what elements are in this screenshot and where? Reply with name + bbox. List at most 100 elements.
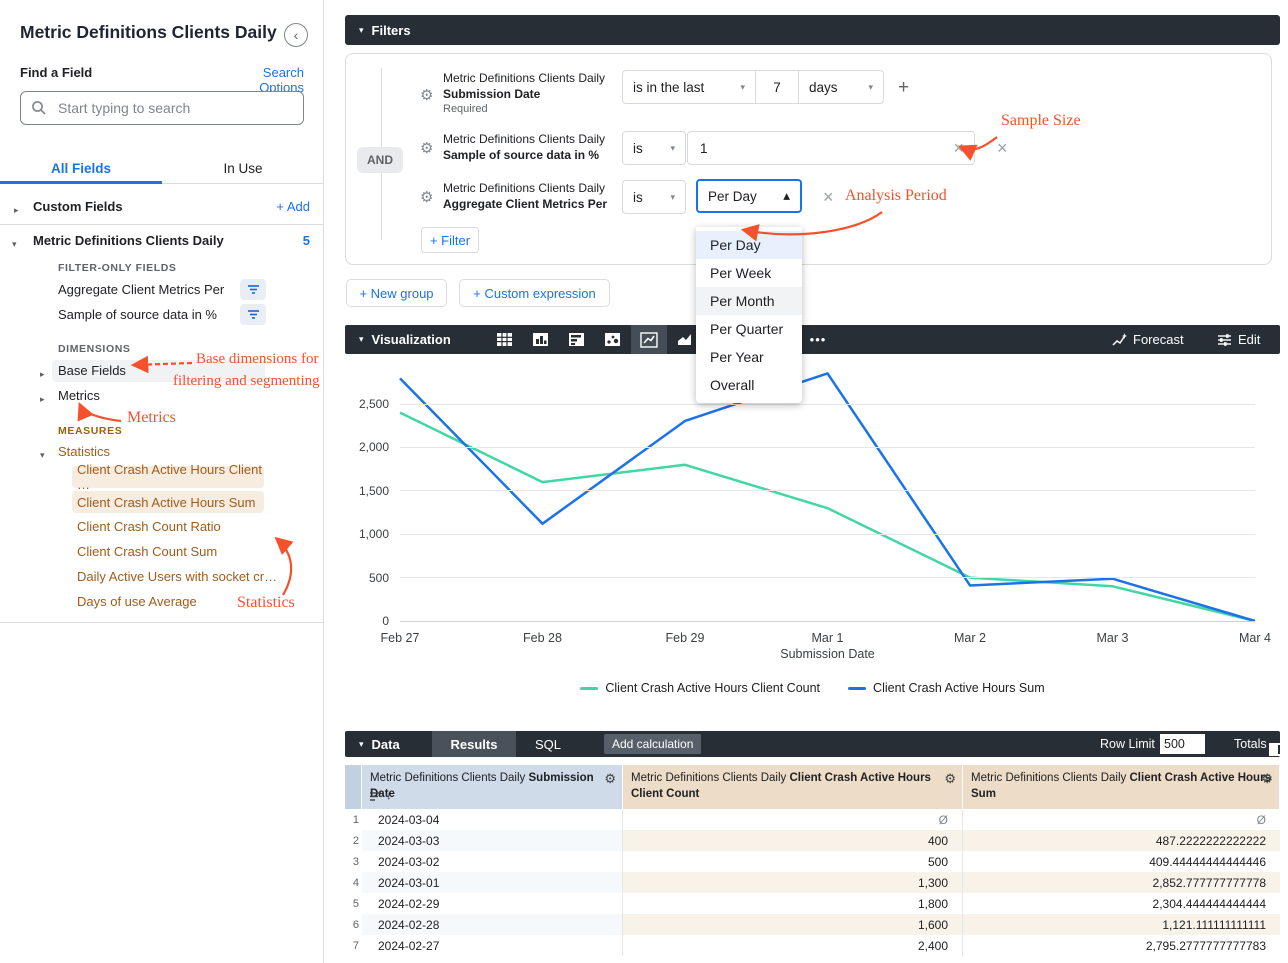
column-header-sum[interactable]: Metric Definitions Clients Daily Client … (963, 765, 1280, 809)
cell-count[interactable]: 1,600 (623, 914, 963, 935)
cell-date[interactable]: 2024-02-28 (362, 914, 623, 935)
field-search-box[interactable] (20, 91, 304, 125)
filter1-value-box[interactable] (755, 70, 799, 104)
measure-daily-active-users-socket[interactable]: Daily Active Users with socket cr… (77, 569, 277, 584)
filter-list-icon[interactable] (370, 792, 381, 801)
cell-count[interactable]: 1,800 (623, 893, 963, 914)
gear-icon[interactable]: ⚙ (420, 188, 433, 206)
measure-client-crash-count-ratio[interactable]: Client Crash Count Ratio (77, 519, 221, 534)
measure-client-crash-active-hours-client-count[interactable]: Client Crash Active Hours Client … (72, 466, 264, 488)
forecast-button[interactable]: Forecast (1112, 325, 1184, 354)
option-per-day[interactable]: Per Day (696, 231, 802, 259)
add-custom-field-button[interactable]: + Add (246, 199, 310, 214)
option-per-year[interactable]: Per Year (696, 343, 802, 371)
filter1-operator-select[interactable]: is in the last ▾ (622, 70, 756, 104)
data-section-bar[interactable]: ▾ Data Results SQL Add calculation Row L… (345, 731, 1280, 757)
option-per-quarter[interactable]: Per Quarter (696, 315, 802, 343)
gear-icon[interactable]: ⚙ (604, 771, 616, 787)
group-base-fields[interactable]: Base Fields (58, 363, 126, 378)
sort-descending-icon[interactable]: ↓ (386, 788, 392, 804)
cell-count[interactable]: 500 (623, 851, 963, 872)
cell-date[interactable]: 2024-03-03 (362, 830, 623, 851)
filter2-value-input[interactable] (698, 140, 953, 157)
measure-days-of-use-average[interactable]: Days of use Average (77, 594, 197, 609)
custom-expression-button[interactable]: + Custom expression (459, 279, 610, 307)
cell-count[interactable]: 2,400 (623, 935, 963, 956)
cell-sum[interactable]: 409.44444444444446 (963, 851, 1280, 872)
caret-right-icon[interactable]: ▸ (40, 364, 45, 382)
viz-type-table-button[interactable] (487, 325, 523, 354)
group-statistics[interactable]: Statistics (58, 444, 110, 459)
cell-count[interactable]: 1,300 (623, 872, 963, 893)
gear-icon[interactable]: ⚙ (420, 86, 433, 104)
filter1-unit-select[interactable]: days ▾ (798, 70, 884, 104)
add-filter-button[interactable]: + Filter (421, 227, 479, 253)
caret-down-icon[interactable]: ▾ (40, 445, 45, 463)
gear-icon[interactable]: ⚙ (944, 771, 956, 787)
cell-sum[interactable]: 2,795.2777777777783 (963, 935, 1280, 956)
viz-type-bar-button[interactable] (559, 325, 595, 354)
measure-client-crash-active-hours-sum[interactable]: Client Crash Active Hours Sum (72, 491, 264, 513)
field-aggregate-client-metrics-per[interactable]: Aggregate Client Metrics Per (58, 282, 224, 297)
caret-right-icon[interactable]: ▸ (14, 200, 19, 218)
tab-in-use[interactable]: In Use (162, 153, 324, 183)
cell-sum[interactable]: 1,121.111111111111 (963, 914, 1280, 935)
cell-count[interactable]: 400 (623, 830, 963, 851)
tab-sql[interactable]: SQL (524, 731, 572, 757)
option-per-week[interactable]: Per Week (696, 259, 802, 287)
cell-date[interactable]: 2024-03-04 (362, 809, 623, 830)
group-metrics[interactable]: Metrics (58, 388, 100, 403)
option-overall[interactable]: Overall (696, 371, 802, 399)
filter2-value-box[interactable]: × (687, 131, 975, 165)
caret-right-icon[interactable]: ▸ (40, 389, 45, 407)
remove-filter2-icon[interactable]: × (997, 139, 1008, 157)
measure-client-crash-count-sum[interactable]: Client Crash Count Sum (77, 544, 217, 559)
visualization-section-bar[interactable]: ▾ Visualization (345, 325, 1280, 354)
cell-date[interactable]: 2024-03-01 (362, 872, 623, 893)
viz-type-line-button[interactable] (631, 325, 667, 354)
remove-filter3-icon[interactable]: × (823, 188, 834, 206)
tab-results[interactable]: Results (432, 731, 516, 757)
cell-sum[interactable]: 487.2222222222222 (963, 830, 1280, 851)
option-per-month[interactable]: Per Month (696, 287, 802, 315)
legend-item-client-count[interactable]: Client Crash Active Hours Client Count (580, 681, 820, 695)
cell-date[interactable]: 2024-02-27 (362, 935, 623, 956)
filter-toggle-sample[interactable] (240, 304, 266, 325)
row-limit-input[interactable] (1160, 734, 1205, 754)
cell-count[interactable]: Ø (623, 809, 963, 830)
cell-sum[interactable]: Ø (963, 809, 1280, 830)
legend-item-sum[interactable]: Client Crash Active Hours Sum (848, 681, 1045, 695)
filter3-operator-select[interactable]: is ▾ (622, 180, 686, 214)
cell-date[interactable]: 2024-02-29 (362, 893, 623, 914)
collapse-sidebar-button[interactable]: ‹ (284, 23, 308, 47)
search-input[interactable] (56, 99, 293, 117)
filter-and-operator[interactable]: AND (357, 147, 403, 173)
cell-date[interactable]: 2024-03-02 (362, 851, 623, 872)
filter1-value-input[interactable] (756, 79, 798, 96)
field-sample-of-source-data[interactable]: Sample of source data in % (58, 307, 217, 322)
add-filter-value-button[interactable]: + (898, 78, 909, 97)
edit-viz-button[interactable]: Edit (1217, 325, 1260, 354)
add-calculation-button[interactable]: Add calculation (604, 734, 701, 754)
column-header-client-count[interactable]: Metric Definitions Clients Daily Client … (623, 765, 963, 809)
filter2-operator-select[interactable]: is ▾ (622, 131, 686, 165)
tab-all-fields[interactable]: All Fields (0, 153, 162, 183)
custom-fields-label[interactable]: Custom Fields (33, 199, 123, 214)
cell-sum[interactable]: 2,304.444444444444 (963, 893, 1280, 914)
viz-type-column-button[interactable] (523, 325, 559, 354)
line-chart[interactable]: 05001,0001,5002,0002,500Feb 27Feb 28Feb … (345, 355, 1280, 625)
new-group-button[interactable]: + New group (346, 279, 447, 307)
gear-icon[interactable]: ⚙ (1261, 771, 1273, 787)
filter3-value-dropdown[interactable]: Per Day ▴ (696, 179, 802, 213)
totals-checkbox[interactable] (1269, 743, 1282, 756)
cell-sum[interactable]: 2,852.777777777778 (963, 872, 1280, 893)
caret-down-icon[interactable]: ▾ (12, 234, 17, 252)
gear-icon[interactable]: ⚙ (420, 139, 433, 157)
column-header-submission-date[interactable]: Metric Definitions Clients Daily Submiss… (362, 765, 623, 809)
model-label[interactable]: Metric Definitions Clients Daily (33, 233, 224, 248)
clear-value-icon[interactable]: × (953, 139, 964, 157)
viz-type-scatter-button[interactable] (595, 325, 631, 354)
viz-more-options-button[interactable]: ••• (800, 325, 836, 354)
filter-toggle-aggregate[interactable] (240, 279, 266, 300)
filters-section-bar[interactable]: ▾ Filters (345, 15, 1280, 45)
